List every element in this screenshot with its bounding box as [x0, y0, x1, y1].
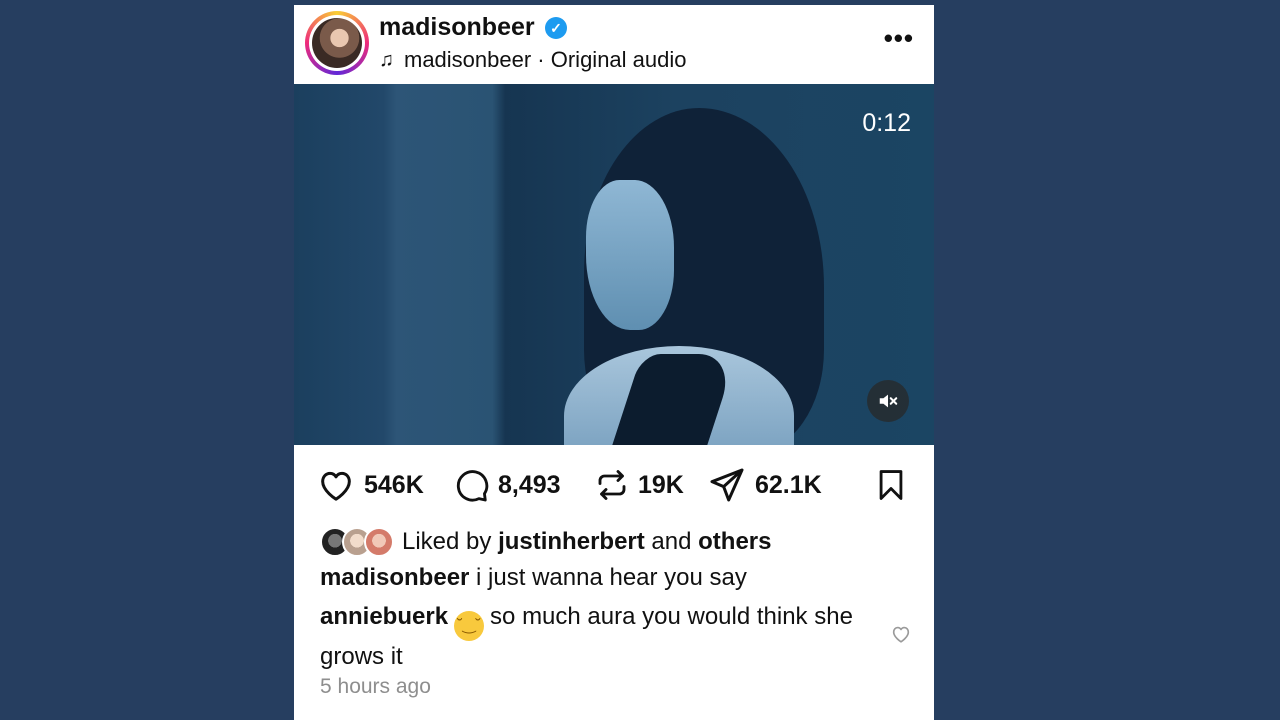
- like-button[interactable]: 546K: [316, 463, 424, 507]
- liked-by[interactable]: Liked by justinherbert and others: [320, 525, 772, 559]
- comment-like-button[interactable]: [890, 623, 912, 650]
- caption-text: i just wanna hear you say: [469, 564, 747, 591]
- more-options-icon[interactable]: •••: [884, 23, 914, 54]
- heart-icon: [321, 471, 351, 501]
- post-timestamp: 5 hours ago: [320, 675, 431, 698]
- caption-username[interactable]: madisonbeer: [320, 564, 469, 591]
- comment-count: 8,493: [498, 470, 561, 499]
- muted-speaker-icon: [879, 394, 898, 408]
- audio-link[interactable]: ♫ madisonbeer · Original audio: [379, 46, 687, 74]
- reel-post: madisonbeer ✓ ♫ madisonbeer · Original a…: [294, 5, 934, 720]
- send-icon: [710, 468, 744, 502]
- comment-username[interactable]: anniebuerk: [320, 603, 448, 630]
- video-figure-face: [586, 180, 674, 330]
- liked-by-middle: and: [644, 528, 699, 555]
- liked-by-user[interactable]: justinherbert: [498, 528, 645, 555]
- action-bar: 546K 8,493 19K 62.1K: [294, 463, 934, 507]
- liked-by-others[interactable]: others: [698, 528, 771, 555]
- bookmark-icon: [879, 470, 903, 500]
- top-comment: anniebuerk ˘‿˘ so much aura you would thin…: [320, 601, 880, 673]
- repost-icon: [598, 470, 626, 500]
- repost-button[interactable]: 19K: [594, 463, 684, 507]
- share-button[interactable]: 62.1K: [707, 463, 822, 507]
- small-heart-icon: [892, 626, 910, 643]
- relieved-face-emoji-icon: ˘‿˘: [454, 611, 485, 641]
- liked-by-text: Liked by justinherbert and others: [402, 528, 772, 556]
- avatar-image: [312, 18, 362, 68]
- post-username[interactable]: madisonbeer: [379, 13, 535, 42]
- liked-by-prefix: Liked by: [402, 528, 499, 555]
- comment-button[interactable]: 8,493: [452, 463, 561, 507]
- repost-count: 19K: [638, 470, 684, 499]
- audio-label: madisonbeer · Original audio: [404, 47, 687, 72]
- profile-avatar[interactable]: [305, 11, 369, 75]
- post-header: madisonbeer ✓ ♫ madisonbeer · Original a…: [294, 5, 934, 84]
- like-count: 546K: [364, 470, 424, 499]
- avatar-border: [309, 15, 365, 71]
- liker-avatar: [364, 527, 394, 557]
- verified-badge-icon: ✓: [545, 17, 567, 39]
- video-timer: 0:12: [862, 109, 911, 137]
- save-button[interactable]: [874, 467, 908, 508]
- video-player[interactable]: 0:12: [294, 84, 934, 445]
- mute-button[interactable]: [867, 380, 909, 422]
- comment-bubble-icon: [456, 470, 489, 502]
- music-note-icon: ♫: [379, 48, 394, 71]
- share-count: 62.1K: [755, 470, 822, 499]
- post-caption: madisonbeer i just wanna hear you say: [320, 564, 747, 592]
